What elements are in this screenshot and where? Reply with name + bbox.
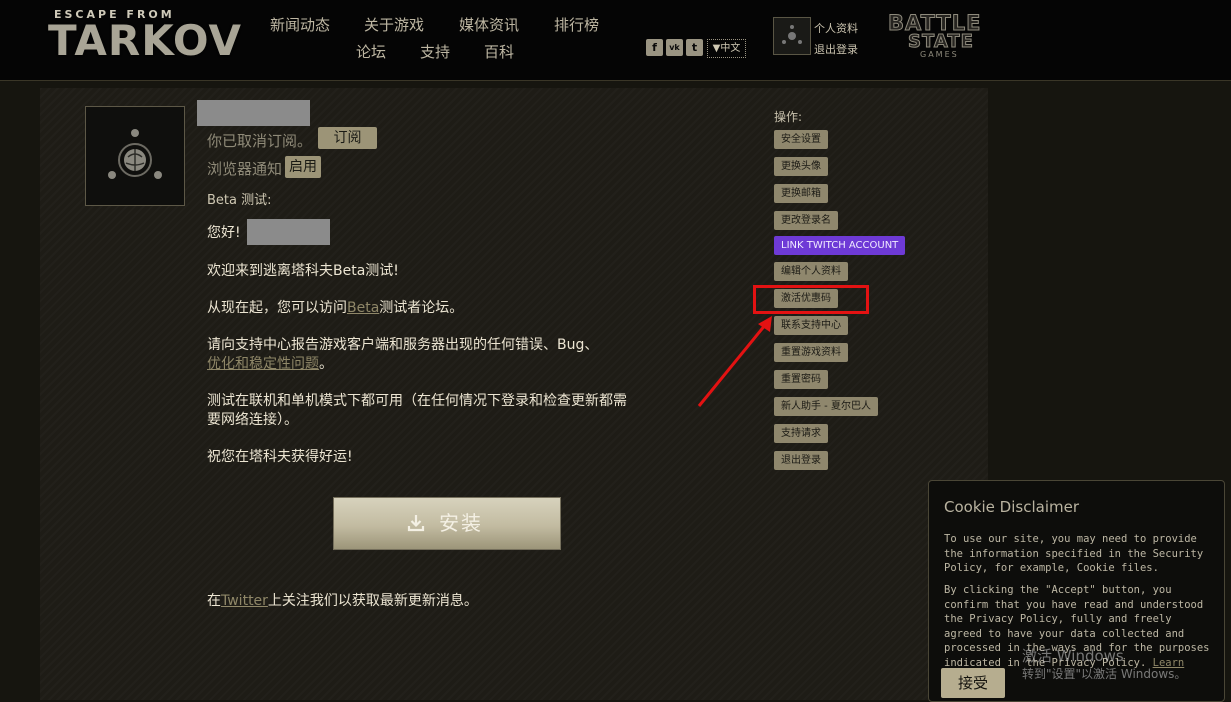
install-button[interactable]: 安装 — [333, 497, 561, 550]
red-arrow-annotation — [697, 316, 772, 407]
twitter-icon[interactable]: t — [686, 39, 703, 56]
greeting-text: 您好! — [207, 225, 241, 241]
redacted-name — [247, 219, 330, 245]
profile-link[interactable]: 个人资料 — [814, 20, 858, 36]
good-luck-text: 祝您在塔科夫获得好运! — [207, 449, 353, 465]
follow-prefix: 在 — [207, 593, 221, 609]
redacted-username — [197, 100, 310, 126]
welcome-text: 欢迎来到逃离塔科夫Beta测试! — [207, 263, 399, 279]
nav-support[interactable]: 支持 — [420, 41, 450, 62]
user-avatar — [85, 106, 185, 206]
reset-password-button[interactable]: 重置密码 — [774, 370, 828, 389]
twitter-link[interactable]: Twitter — [221, 593, 268, 609]
change-avatar-button[interactable]: 更换头像 — [774, 157, 828, 176]
report-text-line1: 请向支持中心报告游戏客户端和服务器出现的任何错误、Bug、 — [207, 337, 599, 353]
sidebar-logout-button[interactable]: 退出登录 — [774, 451, 828, 470]
accept-button[interactable]: 接受 — [941, 668, 1005, 698]
forum-suffix: 测试者论坛。 — [379, 300, 464, 316]
change-login-button[interactable]: 更改登录名 — [774, 211, 838, 230]
forum-prefix: 从现在起，您可以访问 — [207, 300, 347, 316]
install-label-text: 安装 — [439, 511, 483, 535]
battlestate-logo[interactable]: BATTLE STATE GAMES — [888, 12, 982, 60]
nav-forum[interactable]: 论坛 — [356, 41, 386, 62]
mode-text-line1: 测试在联机和单机模式下都可用（在任何情况下登录和检查更新都需 — [207, 393, 627, 409]
report-end: 。 — [319, 356, 333, 372]
beta-label: Beta 测试: — [207, 193, 272, 208]
bsg-line2: STATE — [908, 31, 974, 52]
report-issues-link[interactable]: 优化和稳定性问题 — [207, 356, 319, 372]
enable-notify-button[interactable]: 启用 — [285, 156, 321, 178]
follow-text: 在Twitter上关注我们以获取最新更新消息。 — [207, 590, 478, 610]
beta-forum-link[interactable]: Beta — [347, 300, 379, 316]
forum-access-text: 从现在起，您可以访问Beta测试者论坛。 — [207, 297, 463, 317]
mode-text-line2: 要网络连接）。 — [207, 412, 298, 428]
contact-support-button[interactable]: 联系支持中心 — [774, 316, 848, 335]
tarkov-logo[interactable]: ESCAPE FROM TARKOV — [48, 8, 241, 66]
unsubscribed-text: 你已取消订阅。 — [207, 132, 313, 150]
nav-wiki[interactable]: 百科 — [484, 41, 514, 62]
activate-windows-title: 激活 Windows — [1022, 647, 1124, 665]
language-select[interactable]: ▼中文 — [707, 39, 746, 58]
bsg-emblem-icon — [782, 25, 802, 44]
site-header: ESCAPE FROM TARKOV 新闻动态 关于游戏 媒体资讯 排行榜 论坛… — [0, 0, 1231, 81]
nav-leaderboard[interactable]: 排行榜 — [554, 14, 599, 35]
change-email-button[interactable]: 更换邮箱 — [774, 184, 828, 203]
bsg-line3: GAMES — [920, 50, 959, 59]
vk-icon[interactable]: vk — [666, 39, 683, 56]
security-settings-button[interactable]: 安全设置 — [774, 130, 828, 149]
link-twitch-button[interactable]: LINK TWITCH ACCOUNT — [774, 236, 906, 255]
facebook-icon[interactable]: f — [646, 39, 663, 56]
follow-suffix: 上关注我们以获取最新更新消息。 — [267, 593, 478, 609]
highlight-box — [753, 285, 869, 314]
bsg-emblem-icon — [108, 129, 162, 179]
subscribe-button[interactable]: 订阅 — [318, 127, 377, 149]
reset-profile-button[interactable]: 重置游戏资料 — [774, 343, 848, 362]
nav-news[interactable]: 新闻动态 — [270, 14, 330, 35]
actions-title: 操作: — [774, 110, 803, 124]
support-request-button[interactable]: 支持请求 — [774, 424, 828, 443]
cookie-paragraph-1: To use our site, you may need to provide… — [944, 533, 1204, 574]
logo-main-text: TARKOV — [48, 16, 242, 65]
nav-media[interactable]: 媒体资讯 — [459, 14, 519, 35]
activate-windows-subtitle: 转到"设置"以激活 Windows。 — [1022, 667, 1187, 681]
cookie-title: Cookie Disclaimer — [944, 498, 1079, 516]
nav-about-game[interactable]: 关于游戏 — [364, 14, 424, 35]
header-logout-link[interactable]: 退出登录 — [814, 41, 858, 57]
report-text-line2: 优化和稳定性问题。 — [207, 353, 333, 373]
edit-profile-button[interactable]: 编辑个人资料 — [774, 262, 848, 281]
browser-notify-text: 浏览器通知 — [207, 160, 283, 178]
sherpa-button[interactable]: 新人助手 - 夏尔巴人 — [774, 397, 878, 416]
install-label: 安装 — [334, 498, 560, 549]
header-avatar[interactable] — [773, 17, 811, 55]
